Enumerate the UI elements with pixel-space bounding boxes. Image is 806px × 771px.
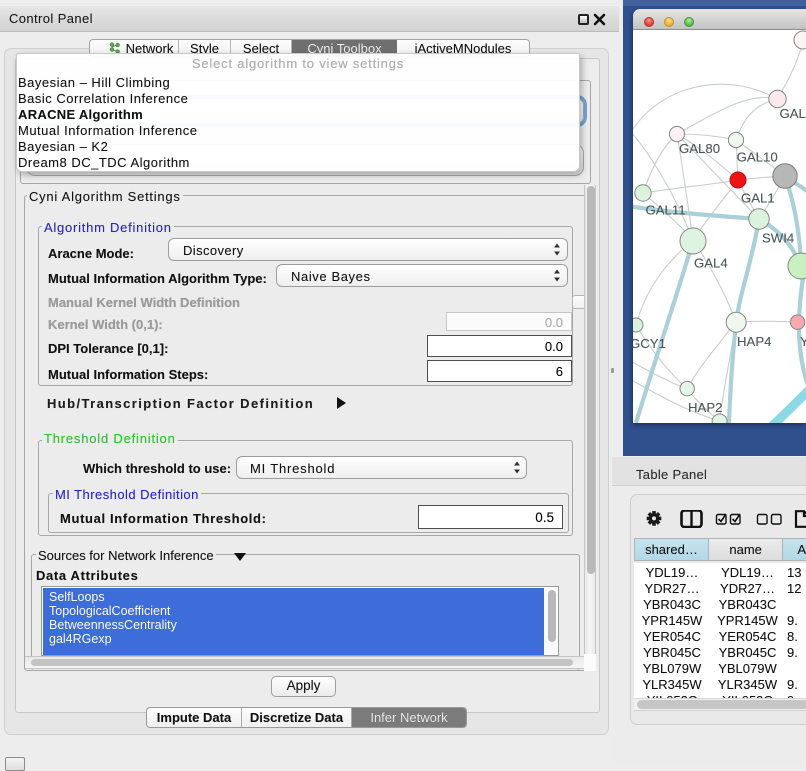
svg-text:YMR: YMR	[800, 334, 806, 349]
svg-text:SWI4: SWI4	[762, 231, 794, 246]
svg-text:GAL11: GAL11	[646, 203, 686, 218]
svg-text:GAL10: GAL10	[737, 150, 778, 165]
svg-text:GAL80: GAL80	[679, 141, 720, 156]
svg-text:GAL1: GAL1	[741, 191, 775, 206]
svg-text:GAL4: GAL4	[694, 256, 728, 271]
svg-text:HAP2: HAP2	[688, 400, 722, 415]
svg-text:GCY1: GCY1	[633, 336, 666, 351]
svg-text:HAP4: HAP4	[737, 334, 771, 349]
svg-text:GAL7: GAL7	[780, 106, 806, 121]
